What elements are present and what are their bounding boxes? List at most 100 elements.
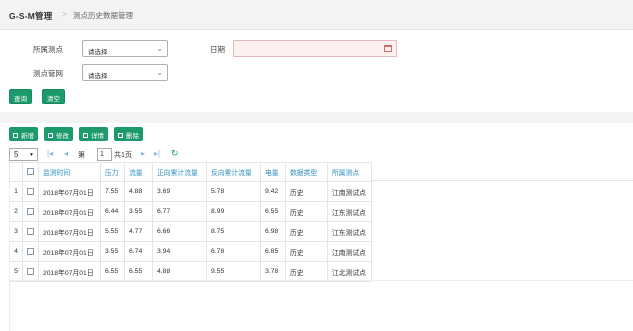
cell-power: 3.78 bbox=[260, 261, 286, 282]
column-header-time[interactable]: 监测时间 bbox=[38, 162, 101, 182]
column-header-reverse-flow[interactable]: 反向累计流量 bbox=[206, 162, 261, 182]
breadcrumb-current: 测点历史数据管理 bbox=[73, 11, 133, 20]
network-select[interactable]: 请选择 ⌄ bbox=[82, 64, 168, 81]
row-checkbox-cell bbox=[22, 181, 39, 202]
index-column-header bbox=[9, 162, 23, 182]
network-select-value: 请选择 bbox=[88, 73, 108, 80]
first-page-icon[interactable]: |◂ bbox=[47, 149, 53, 158]
cell-point: 江南测试点 bbox=[327, 241, 372, 262]
select-all-checkbox[interactable] bbox=[27, 168, 34, 176]
table-header-extension bbox=[372, 162, 633, 181]
point-select-value: 请选择 bbox=[88, 49, 108, 56]
row-index: 4 bbox=[9, 241, 23, 262]
row-index: 2 bbox=[9, 201, 23, 222]
row-checkbox-cell bbox=[22, 241, 39, 262]
cell-flow: 6.55 bbox=[124, 261, 153, 282]
column-header-data-type[interactable]: 数据类型 bbox=[285, 162, 328, 182]
row-index: 3 bbox=[9, 221, 23, 242]
cell-reverse-flow: 8.75 bbox=[206, 221, 261, 242]
date-input[interactable] bbox=[233, 40, 397, 57]
row-checkbox[interactable] bbox=[27, 207, 34, 215]
delete-button[interactable]: 删除 bbox=[114, 127, 143, 141]
cell-data-type: 历史 bbox=[285, 201, 328, 222]
detail-button[interactable]: 详情 bbox=[79, 127, 108, 141]
cell-time: 2018年07月01日 bbox=[38, 241, 101, 262]
page-size-select[interactable]: 5 ▼ bbox=[9, 148, 38, 161]
chevron-down-icon: ▼ bbox=[29, 152, 34, 158]
cell-time: 2018年07月01日 bbox=[38, 201, 101, 222]
chevron-down-icon: ⌄ bbox=[156, 44, 163, 53]
row-checkbox[interactable] bbox=[27, 247, 34, 255]
table-row[interactable]: 1 2018年07月01日 7.55 4.88 3.69 5.78 9.42 历… bbox=[9, 181, 372, 202]
query-button[interactable]: 查询 bbox=[9, 89, 32, 104]
detail-button-label: 详情 bbox=[91, 133, 104, 140]
cell-pressure: 5.55 bbox=[100, 221, 125, 242]
cell-pressure: 3.55 bbox=[100, 241, 125, 262]
select-all-cell bbox=[22, 162, 39, 182]
total-pages-label: 共1页 bbox=[114, 152, 132, 159]
cell-forward-flow: 3.69 bbox=[152, 181, 207, 202]
column-header-point[interactable]: 所属测点 bbox=[327, 162, 372, 182]
refresh-icon[interactable]: ↻ bbox=[171, 148, 179, 159]
cell-power: 6.55 bbox=[260, 201, 286, 222]
row-checkbox[interactable] bbox=[27, 187, 34, 195]
point-label: 所属测点 bbox=[33, 45, 63, 54]
next-page-icon[interactable]: ▸ bbox=[141, 149, 145, 158]
edit-button-label: 修改 bbox=[56, 133, 69, 140]
clear-button[interactable]: 清空 bbox=[42, 89, 65, 104]
cell-flow: 6.74 bbox=[124, 241, 153, 262]
cell-time: 2018年07月01日 bbox=[38, 261, 101, 282]
cell-time: 2018年07月01日 bbox=[38, 221, 101, 242]
add-button-label: 新增 bbox=[21, 133, 34, 140]
column-header-flow[interactable]: 流量 bbox=[124, 162, 153, 182]
delete-button-label: 删除 bbox=[126, 133, 139, 140]
edit-button[interactable]: 修改 bbox=[44, 127, 73, 141]
brand-title: G-S-M管理 bbox=[9, 11, 53, 21]
detail-icon bbox=[83, 133, 88, 138]
cell-flow: 3.55 bbox=[124, 201, 153, 222]
cell-data-type: 历史 bbox=[285, 241, 328, 262]
cell-forward-flow: 6.66 bbox=[152, 221, 207, 242]
row-index: 1 bbox=[9, 181, 23, 202]
page-prefix-label: 第 bbox=[78, 152, 85, 159]
cell-reverse-flow: 6.78 bbox=[206, 241, 261, 262]
cell-data-type: 历史 bbox=[285, 181, 328, 202]
page-number-input[interactable]: 1 bbox=[97, 148, 112, 161]
table-row[interactable]: 4 2018年07月01日 3.55 6.74 3.94 6.78 6.85 历… bbox=[9, 241, 372, 262]
cell-pressure: 6.44 bbox=[100, 201, 125, 222]
cell-point: 江北测试点 bbox=[327, 261, 372, 282]
row-index: 5 bbox=[9, 261, 23, 282]
cell-reverse-flow: 8.99 bbox=[206, 201, 261, 222]
point-select[interactable]: 请选择 ⌄ bbox=[82, 40, 168, 57]
row-checkbox-cell bbox=[22, 261, 39, 282]
table-row[interactable]: 3 2018年07月01日 5.55 4.77 6.66 8.75 6.98 历… bbox=[9, 221, 372, 242]
column-header-forward-flow[interactable]: 正向累计流量 bbox=[152, 162, 207, 182]
table-bottom-divider bbox=[9, 280, 633, 281]
prev-page-icon[interactable]: ◂ bbox=[64, 149, 68, 158]
table-row[interactable]: 2 2018年07月01日 6.44 3.55 6.77 8.99 6.55 历… bbox=[9, 201, 372, 222]
network-label: 测点管网 bbox=[33, 69, 63, 78]
row-checkbox[interactable] bbox=[27, 267, 34, 275]
delete-icon bbox=[118, 133, 123, 138]
cell-flow: 4.88 bbox=[124, 181, 153, 202]
cell-pressure: 7.55 bbox=[100, 181, 125, 202]
last-page-icon[interactable]: ▸| bbox=[154, 149, 160, 158]
column-header-power[interactable]: 电量 bbox=[260, 162, 286, 182]
cell-forward-flow: 4.88 bbox=[152, 261, 207, 282]
column-header-pressure[interactable]: 压力 bbox=[100, 162, 125, 182]
calendar-icon[interactable] bbox=[384, 45, 392, 52]
page-number-value: 1 bbox=[100, 151, 104, 158]
history-data-table: 监测时间 压力 流量 正向累计流量 反向累计流量 电量 数据类型 所属测点 1 … bbox=[9, 162, 372, 282]
add-button[interactable]: 新增 bbox=[9, 127, 38, 141]
cell-forward-flow: 6.77 bbox=[152, 201, 207, 222]
cell-power: 6.85 bbox=[260, 241, 286, 262]
section-divider bbox=[0, 112, 633, 123]
cell-power: 6.98 bbox=[260, 221, 286, 242]
table-row[interactable]: 5 2018年07月01日 6.55 6.55 4.88 9.55 3.78 历… bbox=[9, 261, 372, 282]
add-icon bbox=[13, 133, 18, 138]
row-checkbox[interactable] bbox=[27, 227, 34, 235]
page-size-value: 5 bbox=[14, 150, 19, 159]
cell-reverse-flow: 5.78 bbox=[206, 181, 261, 202]
breadcrumb-separator: > bbox=[62, 10, 67, 19]
cell-point: 江东测试点 bbox=[327, 221, 372, 242]
